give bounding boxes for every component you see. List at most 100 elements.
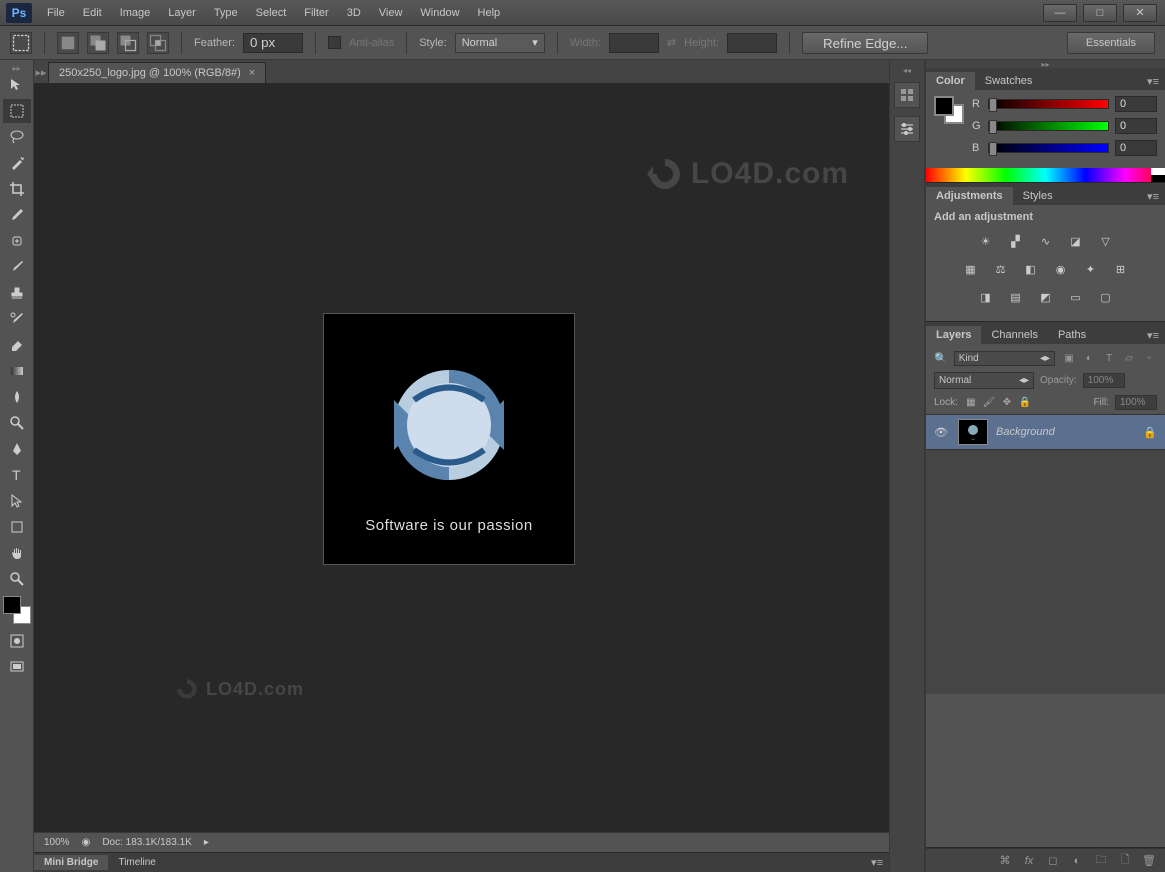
foreground-color[interactable]	[3, 596, 21, 614]
feather-input[interactable]	[243, 33, 303, 53]
vibrance-icon[interactable]: ▽	[1096, 231, 1116, 251]
gradient-map-icon[interactable]: ▭	[1066, 287, 1086, 307]
filter-shape-icon[interactable]: ▱	[1121, 350, 1137, 366]
r-slider[interactable]	[988, 99, 1109, 109]
tab-channels[interactable]: Channels	[981, 326, 1047, 344]
refine-edge-button[interactable]: Refine Edge...	[802, 32, 928, 54]
b-value[interactable]: 0	[1115, 140, 1157, 156]
tab-styles[interactable]: Styles	[1013, 187, 1063, 205]
panels-handle[interactable]: ▸▸	[926, 60, 1165, 68]
link-layers-icon[interactable]: ⌘	[997, 853, 1013, 869]
document-tab[interactable]: 250x250_logo.jpg @ 100% (RGB/8#) ×	[48, 62, 266, 83]
levels-icon[interactable]: ▞	[1006, 231, 1026, 251]
tab-handle[interactable]: ▸▸	[34, 61, 48, 83]
color-panel-menu-icon[interactable]: ▾≡	[1141, 73, 1165, 90]
menu-filter[interactable]: Filter	[295, 3, 337, 23]
tab-color[interactable]: Color	[926, 72, 975, 90]
photo-filter-icon[interactable]: ◉	[1051, 259, 1071, 279]
canvas[interactable]: Software is our passion	[324, 314, 574, 564]
color-panel-swatches[interactable]	[934, 96, 964, 124]
menu-3d[interactable]: 3D	[338, 3, 370, 23]
menu-help[interactable]: Help	[469, 3, 510, 23]
blur-tool[interactable]	[3, 385, 31, 409]
selective-color-icon[interactable]: ▢	[1096, 287, 1116, 307]
doc-info-arrow[interactable]: ▸	[204, 837, 209, 848]
eyedropper-tool[interactable]	[3, 203, 31, 227]
new-layer-icon[interactable]: 🗋	[1117, 853, 1133, 869]
quick-mask-tool[interactable]	[3, 629, 31, 653]
layer-item[interactable]: 👁 ••• Background 🔒	[926, 414, 1165, 450]
canvas-area[interactable]: LO4D.com LO4D.com	[34, 84, 889, 832]
delete-layer-icon[interactable]: 🗑	[1141, 853, 1157, 869]
history-brush-tool[interactable]	[3, 307, 31, 331]
healing-tool[interactable]	[3, 229, 31, 253]
filter-type-icon[interactable]: T	[1101, 350, 1117, 366]
layer-mask-icon[interactable]: ◻	[1045, 853, 1061, 869]
subtract-selection-icon[interactable]	[117, 32, 139, 54]
blend-mode-select[interactable]: Normal◂▸	[934, 372, 1034, 389]
new-fill-icon[interactable]: ◐	[1069, 853, 1085, 869]
menu-file[interactable]: File	[38, 3, 74, 23]
tab-layers[interactable]: Layers	[926, 326, 981, 344]
screen-mode-tool[interactable]	[3, 655, 31, 679]
layer-style-icon[interactable]: fx	[1021, 853, 1037, 869]
lock-paint-icon[interactable]: 🖌	[982, 396, 996, 410]
layers-panel-menu-icon[interactable]: ▾≡	[1141, 327, 1165, 344]
close-button[interactable]: ✕	[1123, 4, 1157, 22]
dock-handle[interactable]: ◂◂	[890, 66, 924, 74]
tab-adjustments[interactable]: Adjustments	[926, 187, 1013, 205]
tab-swatches[interactable]: Swatches	[975, 72, 1043, 90]
menu-edit[interactable]: Edit	[74, 3, 111, 23]
shape-tool[interactable]	[3, 515, 31, 539]
marquee-tool-icon[interactable]	[10, 32, 32, 54]
g-value[interactable]: 0	[1115, 118, 1157, 134]
minimize-button[interactable]: —	[1043, 4, 1077, 22]
hand-tool[interactable]	[3, 541, 31, 565]
lock-position-icon[interactable]: ✥	[1000, 396, 1014, 410]
bw-icon[interactable]: ◧	[1021, 259, 1041, 279]
b-slider[interactable]	[988, 143, 1109, 153]
eraser-tool[interactable]	[3, 333, 31, 357]
tab-timeline[interactable]: Timeline	[108, 855, 165, 870]
curves-icon[interactable]: ∿	[1036, 231, 1056, 251]
brightness-icon[interactable]: ☀	[976, 231, 996, 251]
brush-tool[interactable]	[3, 255, 31, 279]
close-tab-icon[interactable]: ×	[249, 67, 255, 79]
layer-filter-select[interactable]: Kind◂▸	[954, 351, 1055, 366]
balance-icon[interactable]: ⚖	[991, 259, 1011, 279]
spectrum-bar[interactable]	[926, 168, 1165, 182]
tab-mini-bridge[interactable]: Mini Bridge	[34, 855, 108, 870]
filter-smart-icon[interactable]: ▫	[1141, 350, 1157, 366]
threshold-icon[interactable]: ◩	[1036, 287, 1056, 307]
marquee-tool[interactable]	[3, 99, 31, 123]
tab-paths[interactable]: Paths	[1048, 326, 1096, 344]
maximize-button[interactable]: □	[1083, 4, 1117, 22]
posterize-icon[interactable]: ▤	[1006, 287, 1026, 307]
magic-wand-tool[interactable]	[3, 151, 31, 175]
bottom-panel-menu-icon[interactable]: ▾≡	[865, 854, 889, 871]
panel-foreground-color[interactable]	[934, 96, 954, 116]
stamp-tool[interactable]	[3, 281, 31, 305]
menu-layer[interactable]: Layer	[159, 3, 205, 23]
lasso-tool[interactable]	[3, 125, 31, 149]
g-slider[interactable]	[988, 121, 1109, 131]
r-value[interactable]: 0	[1115, 96, 1157, 112]
filter-adjust-icon[interactable]: ◐	[1081, 350, 1097, 366]
filter-pixel-icon[interactable]: ▣	[1061, 350, 1077, 366]
crop-tool[interactable]	[3, 177, 31, 201]
new-selection-icon[interactable]	[57, 32, 79, 54]
menu-window[interactable]: Window	[411, 3, 468, 23]
workspace-switcher[interactable]: Essentials	[1067, 32, 1155, 54]
hue-icon[interactable]: ▦	[961, 259, 981, 279]
toolbar-handle[interactable]: ▸▸	[0, 64, 33, 72]
intersect-selection-icon[interactable]	[147, 32, 169, 54]
exposure-icon[interactable]: ◪	[1066, 231, 1086, 251]
invert-icon[interactable]: ◨	[976, 287, 996, 307]
layer-visibility-icon[interactable]: 👁	[934, 426, 950, 439]
menu-type[interactable]: Type	[205, 3, 247, 23]
gradient-tool[interactable]	[3, 359, 31, 383]
properties-panel-icon[interactable]	[894, 116, 920, 142]
layer-thumbnail[interactable]: •••	[958, 419, 988, 445]
path-selection-tool[interactable]	[3, 489, 31, 513]
history-panel-icon[interactable]	[894, 82, 920, 108]
